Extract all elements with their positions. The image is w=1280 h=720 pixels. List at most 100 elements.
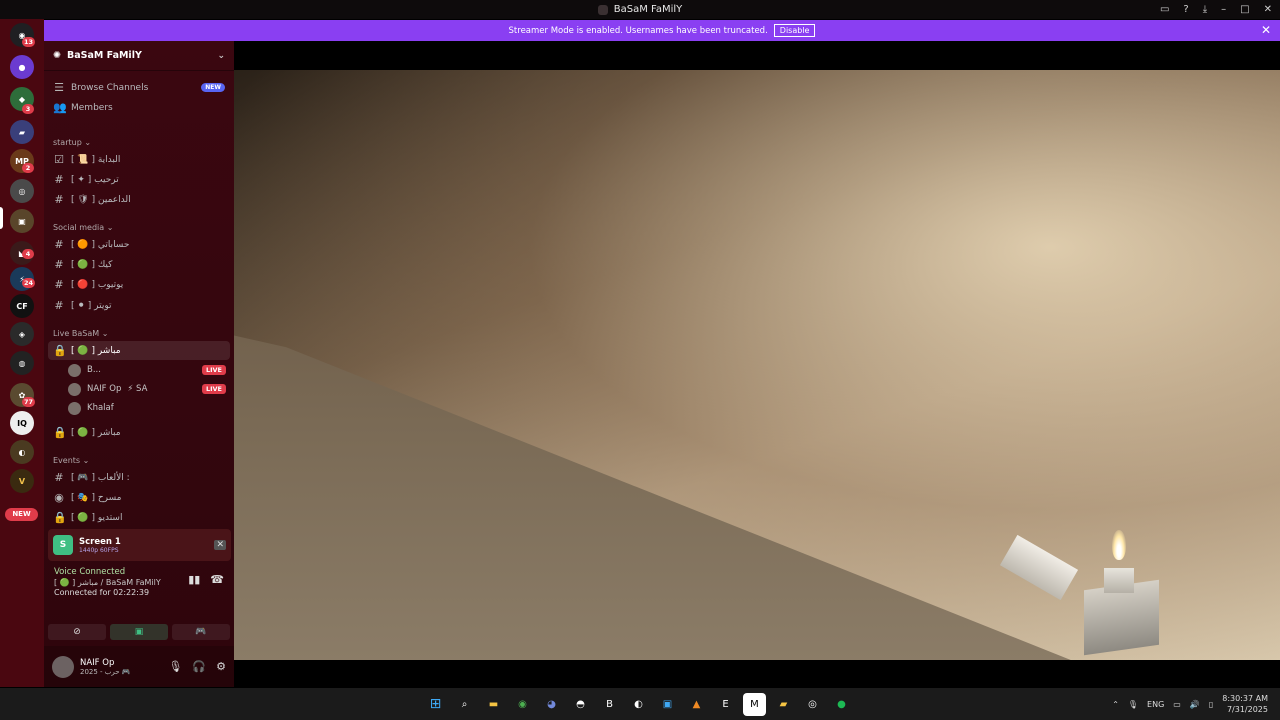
channel-item[interactable]: ◉ [ 🎭 ] مسرح: [48, 488, 230, 507]
volume-icon[interactable]: 🔊: [1190, 700, 1200, 709]
channel-item[interactable]: ☑ [ 📜 ] البداية: [48, 150, 230, 169]
app-icon-m[interactable]: M: [743, 692, 766, 716]
file-explorer-icon[interactable]: ▬: [482, 693, 505, 716]
voice-user[interactable]: Khalaf: [68, 399, 226, 417]
stop-share-icon[interactable]: ✕: [214, 540, 226, 550]
home-badge: 13: [22, 37, 36, 47]
folder-icon[interactable]: ▰: [10, 120, 34, 144]
help-icon[interactable]: ?: [1183, 4, 1188, 15]
live-badge: LIVE: [201, 365, 226, 375]
headphones-icon[interactable]: 🎧: [192, 660, 206, 673]
server-icon-8[interactable]: ◍: [10, 351, 34, 375]
voice-user[interactable]: B... LIVE: [68, 361, 226, 379]
user-panel: NAIF Op 2025 - حرب 🎮 🎙 🎧 ⚙: [44, 646, 234, 687]
channel-name: [ 🟠 ] حساباتي: [71, 239, 130, 250]
voice-user-name: NAIF Op: [87, 384, 122, 394]
profile-icon[interactable]: ●: [10, 55, 34, 79]
channel-item[interactable]: 🔒 [ 🟢 ] استديو: [48, 508, 230, 527]
disconnect-icon[interactable]: ☎: [210, 573, 224, 586]
voice-channel[interactable]: 🔒 [ 🟢 ] مباشر: [48, 423, 230, 442]
system-tray: ⌃ 🎙 ENG ▭ 🔊 ▯ 8:30:37 AM 7/31/2025: [1112, 688, 1268, 720]
channel-name: [ 📜 ] البداية: [71, 154, 121, 165]
microphone-icon[interactable]: 🎙: [168, 660, 182, 673]
server-icon-4[interactable]: ▣: [10, 209, 34, 233]
browse-channels[interactable]: ☰ Browse Channels NEW: [48, 78, 230, 97]
clock[interactable]: 8:30:37 AM 7/31/2025: [1222, 693, 1268, 715]
lock-icon: 🔒: [53, 426, 67, 439]
mic-tray-icon[interactable]: 🎙: [1128, 700, 1138, 709]
steam-icon[interactable]: ◓: [569, 693, 592, 716]
channel-item[interactable]: # [ ✦ ] ترحيب: [48, 170, 230, 189]
channel-sidebar: ✺ BaSaM FaMilY ⌄ ☰ Browse Channels NEW 👥…: [44, 41, 234, 687]
server-badge-6: 24: [22, 278, 36, 288]
channel-item[interactable]: # [ 🟢 ] كيك: [48, 255, 230, 274]
active-server-pip: [0, 207, 3, 229]
channel-name: [ ✦ ] ترحيب: [71, 174, 119, 185]
app-icon-bm[interactable]: B: [598, 693, 621, 716]
screen-share-button[interactable]: ▣: [110, 624, 168, 640]
members-link[interactable]: 👥 Members: [48, 98, 230, 117]
download-icon[interactable]: ⤓: [1203, 4, 1207, 15]
noise-suppression-icon[interactable]: ▮▮: [188, 573, 200, 586]
close-window-button[interactable]: ✕: [1264, 4, 1272, 15]
chevron-up-icon[interactable]: ⌃: [1112, 700, 1119, 709]
server-icon-11[interactable]: ◐: [10, 440, 34, 464]
camera-off-button[interactable]: ⊘: [48, 624, 106, 640]
lighter-lid: [999, 534, 1079, 601]
server-icon-7[interactable]: ◈: [10, 322, 34, 346]
network-icon[interactable]: ▭: [1173, 700, 1181, 709]
server-icon-3[interactable]: ◎: [10, 179, 34, 203]
disable-streamer-button[interactable]: Disable: [773, 24, 816, 37]
channel-item[interactable]: # [ 🔴 ] يوتيوب: [48, 275, 230, 294]
category-label: Live BaSaM: [53, 329, 100, 338]
window-controls: ▭ ? ⤓ – □ ✕: [1160, 0, 1272, 19]
battery-icon[interactable]: ▯: [1209, 700, 1213, 709]
settings-gear-icon[interactable]: ⚙: [216, 660, 226, 673]
app-icon-blue[interactable]: ▣: [656, 693, 679, 716]
server-icon-12[interactable]: V: [10, 469, 34, 493]
stream-video: [234, 70, 1280, 660]
voice-channel-selected[interactable]: 🔒 [ 🟢 ] مباشر: [48, 341, 230, 360]
channel-item[interactable]: # [ ⚫ ] تويتر: [48, 296, 230, 315]
category-social[interactable]: Social media ⌄: [53, 223, 113, 232]
server-icon-10[interactable]: IQ: [10, 411, 34, 435]
epic-games-icon[interactable]: E: [714, 693, 737, 716]
stream-viewer[interactable]: [234, 41, 1280, 660]
maximize-button[interactable]: □: [1240, 4, 1249, 15]
category-label: startup: [53, 138, 82, 147]
screen-share-icon: S: [53, 535, 73, 555]
category-events[interactable]: Events ⌄: [53, 456, 89, 465]
channel-item[interactable]: # [ 🟠 ] حساباتي: [48, 235, 230, 254]
category-startup[interactable]: startup ⌄: [53, 138, 91, 147]
voice-user[interactable]: NAIF Op ⚡ SA LIVE: [68, 380, 226, 398]
minimize-button[interactable]: –: [1221, 4, 1226, 15]
start-icon[interactable]: ⊞: [424, 693, 447, 716]
activity-button[interactable]: 🎮: [172, 624, 230, 640]
user-status: 2025 - حرب 🎮: [80, 667, 131, 676]
server-icon-cf[interactable]: CF: [10, 294, 34, 318]
live-badge: LIVE: [201, 384, 226, 394]
server-name: BaSaM FaMilY: [66, 50, 142, 61]
server-globe-icon: ✺: [53, 50, 61, 61]
voice-user-name: Khalaf: [87, 403, 114, 413]
screen-icon[interactable]: ▭: [1160, 4, 1169, 15]
language-label[interactable]: ENG: [1147, 700, 1164, 709]
voice-duration: Connected for 02:22:39: [54, 588, 150, 597]
discord-icon[interactable]: ◕: [540, 693, 563, 716]
search-icon[interactable]: ⌕: [453, 693, 476, 716]
chrome-icon[interactable]: ◉: [511, 693, 534, 716]
screen-share-panel[interactable]: S Screen 1 1440p 60FPS ✕: [48, 529, 231, 561]
app-icon-steam2[interactable]: ◎: [801, 693, 824, 716]
user-avatar[interactable]: [52, 655, 74, 678]
spotify-icon[interactable]: ●: [830, 693, 853, 716]
app-icon-game[interactable]: ▰: [772, 693, 795, 716]
channel-item[interactable]: # [ 🛡 ] الداعمين: [48, 190, 230, 209]
lighter-flame: [1112, 530, 1126, 560]
category-live[interactable]: Live BaSaM ⌄: [53, 329, 108, 338]
new-tag: NEW: [201, 83, 225, 92]
server-header[interactable]: ✺ BaSaM FaMilY ⌄: [44, 41, 234, 71]
app-icon-obs[interactable]: ◐: [627, 693, 650, 716]
channel-item[interactable]: # [ 🎮 ] الألعاب :: [48, 468, 230, 487]
close-banner-icon[interactable]: ✕: [1261, 23, 1271, 37]
app-icon-orange[interactable]: ▲: [685, 693, 708, 716]
